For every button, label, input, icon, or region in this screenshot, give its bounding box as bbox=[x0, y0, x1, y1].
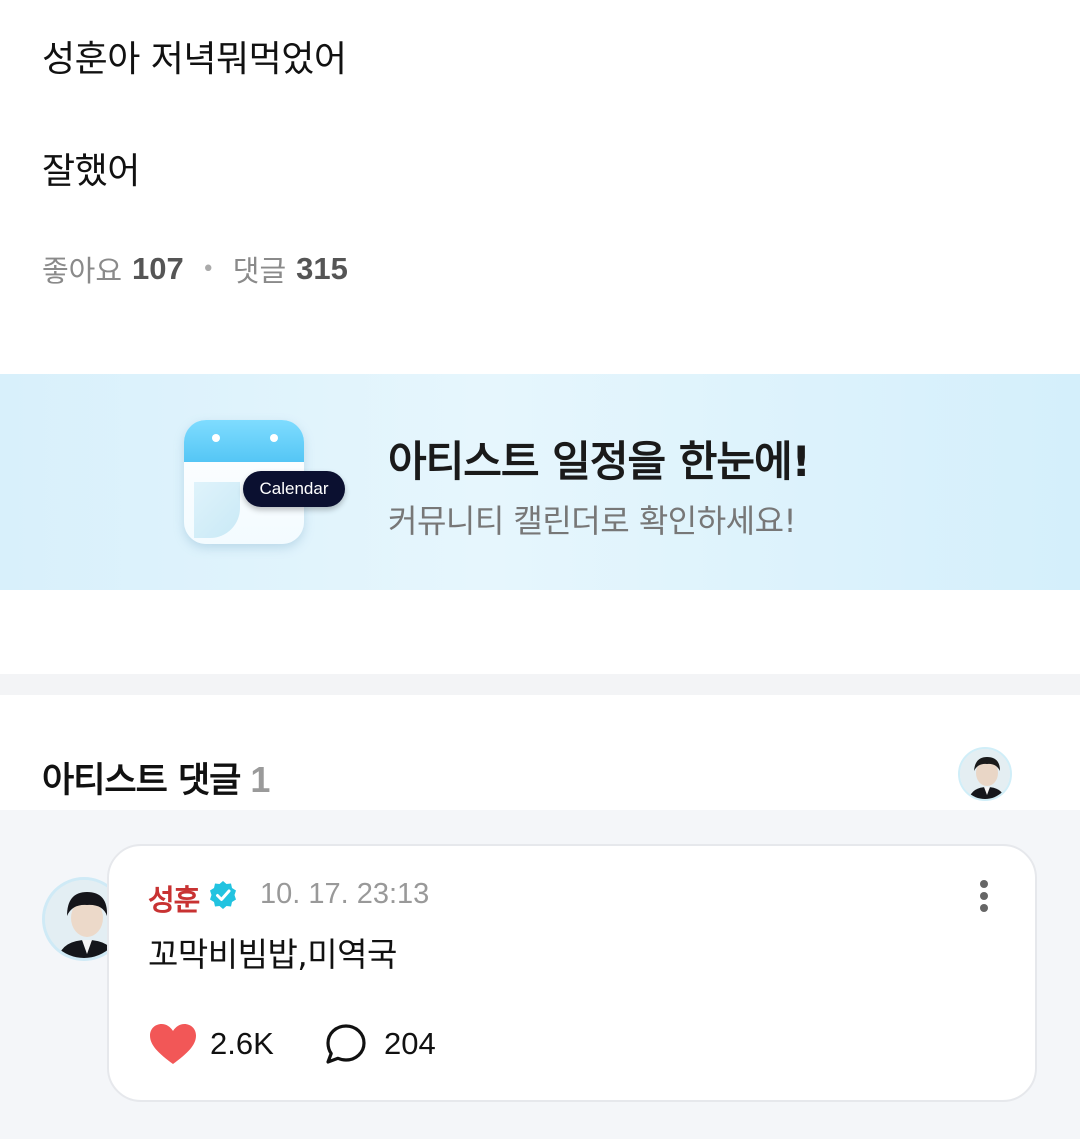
artist-comments-label: 아티스트 댓글 bbox=[42, 761, 241, 801]
post-stats: 좋아요 107 • 댓글 315 bbox=[42, 248, 348, 290]
comment-text: 꼬막비빔밥,미역국 bbox=[148, 935, 397, 974]
likes-count: 107 bbox=[132, 251, 184, 286]
likes-label: 좋아요 bbox=[42, 254, 123, 288]
speech-bubble-icon bbox=[326, 1024, 366, 1064]
separator-dot: • bbox=[201, 256, 215, 282]
post-page: 성훈아 저녁뭐먹었어 잘했어 좋아요 107 • 댓글 315 Calendar… bbox=[0, 0, 1080, 1139]
artist-comments-title: 아티스트 댓글 1 bbox=[42, 752, 270, 803]
section-divider bbox=[0, 674, 1080, 695]
comments-count[interactable]: 315 bbox=[296, 251, 348, 287]
artist-comments-count: 1 bbox=[250, 759, 270, 800]
comments-label[interactable]: 댓글 bbox=[233, 248, 286, 290]
comment-author-name[interactable]: 성훈 bbox=[148, 877, 200, 919]
heart-icon bbox=[150, 1024, 196, 1064]
like-count: 2.6K bbox=[210, 1026, 274, 1061]
more-vertical-icon[interactable] bbox=[972, 876, 996, 916]
comment-timestamp: 10. 17. 23:13 bbox=[260, 878, 430, 910]
banner-subtitle: 커뮤니티 캘린더로 확인하세요! bbox=[388, 502, 796, 540]
reply-count: 204 bbox=[384, 1026, 436, 1061]
artist-avatar-small[interactable] bbox=[958, 747, 1012, 801]
calendar-pill-label: Calendar bbox=[243, 471, 345, 507]
reply-button[interactable]: 204 bbox=[324, 1022, 436, 1066]
banner-title: 아티스트 일정을 한눈에! bbox=[388, 437, 811, 486]
post-text-line-1: 성훈아 저녁뭐먹었어 bbox=[42, 39, 347, 80]
verified-badge-icon bbox=[210, 881, 236, 909]
like-button[interactable]: 2.6K bbox=[148, 1022, 274, 1066]
post-text-line-2: 잘했어 bbox=[42, 151, 140, 192]
